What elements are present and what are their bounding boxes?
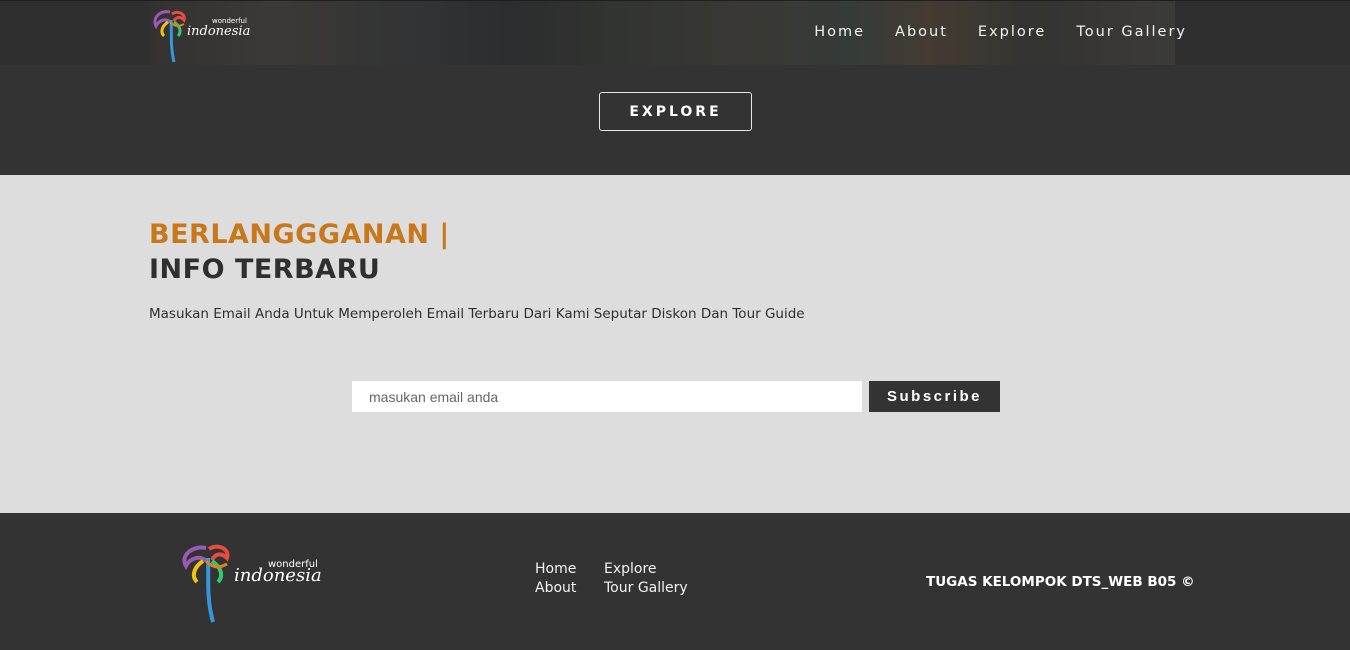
footer-link-explore[interactable]: Explore bbox=[604, 561, 688, 577]
nav-about[interactable]: About bbox=[895, 24, 948, 40]
footer-logo[interactable]: wonderful indonesia bbox=[176, 540, 326, 625]
footer-nav: Home Explore About Tour Gallery bbox=[535, 561, 688, 596]
subscribe-subtitle: INFO TERBARU bbox=[149, 254, 381, 285]
email-input[interactable] bbox=[352, 381, 862, 412]
footer-bird-logo-icon: wonderful indonesia bbox=[182, 544, 322, 623]
main-nav: Home About Explore Tour Gallery bbox=[814, 24, 1187, 40]
subscribe-button[interactable]: Subscribe bbox=[869, 381, 1000, 412]
footer-link-home[interactable]: Home bbox=[535, 561, 604, 577]
nav-explore[interactable]: Explore bbox=[978, 24, 1046, 40]
bird-logo-icon: wonderful indonesia bbox=[153, 10, 250, 63]
nav-tour-gallery[interactable]: Tour Gallery bbox=[1076, 24, 1187, 40]
subscribe-title: BERLANGGGANAN | bbox=[149, 219, 450, 250]
explore-button[interactable]: EXPLORE bbox=[599, 92, 752, 131]
logo-word-indonesia: indonesia bbox=[187, 24, 250, 39]
footer-copyright: TUGAS KELOMPOK DTS_WEB B05 © bbox=[926, 574, 1195, 590]
subscribe-description: Masukan Email Anda Untuk Memperoleh Emai… bbox=[149, 306, 805, 322]
wonderful-indonesia-logo[interactable]: wonderful indonesia bbox=[150, 8, 250, 64]
nav-home[interactable]: Home bbox=[814, 24, 865, 40]
footer-link-about[interactable]: About bbox=[535, 580, 604, 596]
footer-logo-word-indonesia: indonesia bbox=[234, 565, 322, 586]
footer-link-tour-gallery[interactable]: Tour Gallery bbox=[604, 580, 688, 596]
